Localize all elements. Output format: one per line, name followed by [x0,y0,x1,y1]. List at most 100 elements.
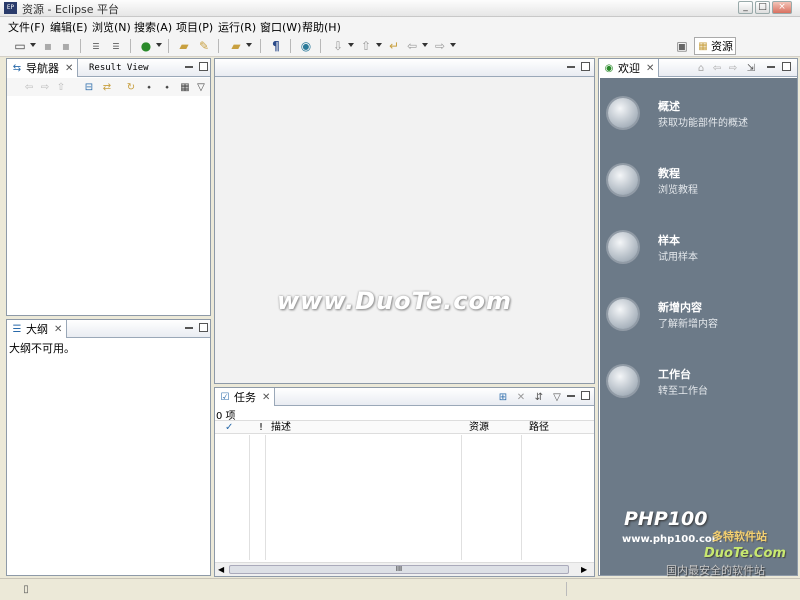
welcome-item-samples[interactable]: 样本 试用样本 [608,232,793,282]
menu-search[interactable]: 搜索(A) [134,19,172,35]
collapse-all-icon[interactable]: ⊟ [83,81,95,93]
welcome-item-workbench[interactable]: 工作台 转至工作台 [608,366,793,416]
open-folder-icon[interactable]: ▰ [176,38,192,54]
ltr-text-icon[interactable]: ☰ [108,38,124,54]
prev-annotation-icon[interactable]: ⇧ [358,38,374,54]
tab-tasks[interactable]: ☑ 任务 ✕ [215,388,276,406]
horizontal-scrollbar[interactable]: ◀ III ▶ [215,562,594,576]
new-dropdown-icon[interactable] [30,43,36,47]
maximize-editor-icon[interactable] [581,62,590,71]
minimize-view-icon[interactable] [567,395,575,397]
perspective-switch-resource[interactable]: ▦ 资源 [694,37,736,55]
tab-navigator[interactable]: ⇆ 导航器 ✕ [7,59,79,77]
filter-b-icon[interactable]: ⬩ [161,81,173,93]
welcome-item-tutorials[interactable]: 教程 浏览教程 [608,165,793,215]
nav-back-icon[interactable]: ⇦ [23,81,35,93]
menu-project[interactable]: 项目(P) [176,19,213,35]
fast-view-icon[interactable]: ▯ [20,583,32,595]
col-resource[interactable]: 资源 [469,421,489,435]
menu-edit[interactable]: 编辑(E) [50,19,88,35]
whatsnew-title[interactable]: 新增内容 [658,299,702,315]
close-button[interactable]: × [772,1,792,14]
close-navigator-icon[interactable]: ✕ [65,63,73,74]
home-icon[interactable]: ⌂ [695,62,707,74]
next-annotation-dropdown-icon[interactable] [348,43,354,47]
minimize-editor-icon[interactable] [567,66,575,68]
tasks-table-body [215,435,594,560]
back-dropdown-icon[interactable] [422,43,428,47]
new-icon[interactable]: ▭ [12,38,28,54]
forward-icon[interactable]: ⇨ [432,38,448,54]
menu-help[interactable]: 帮助(H) [302,19,341,35]
pilcrow-icon[interactable]: ¶ [268,38,284,54]
last-edit-icon[interactable]: ↵ [386,38,402,54]
nav-forward-icon[interactable]: ⇨ [39,81,51,93]
close-outline-icon[interactable]: ✕ [54,324,62,335]
minimize-view-icon[interactable] [185,66,193,68]
open-type-icon[interactable]: ▰ [228,38,244,54]
forward-dropdown-icon[interactable] [450,43,456,47]
filter-a-icon[interactable]: ⬩ [143,81,155,93]
col-description[interactable]: 描述 [271,421,291,435]
col-path[interactable]: 路径 [529,421,549,435]
grid-line [265,435,266,560]
rtl-text-icon[interactable]: ☰ [88,38,104,54]
tab-welcome[interactable]: ◉ 欢迎 ✕ [599,59,660,77]
run-icon[interactable]: ● [138,38,154,54]
minimize-button[interactable]: _ [738,1,753,14]
minimize-view-icon[interactable] [185,327,193,329]
navigator-icon: ⇆ [12,62,22,74]
overview-title[interactable]: 概述 [658,98,680,114]
welcome-item-overview[interactable]: 概述 获取功能部件的概述 [608,98,793,148]
add-task-icon[interactable]: ⊞ [497,391,509,403]
save-all-icon[interactable]: ▪ [58,38,74,54]
close-tasks-icon[interactable]: ✕ [262,392,270,403]
filter-c-icon[interactable]: ▦ [179,81,191,93]
menu-file[interactable]: 文件(F) [8,19,45,35]
nav-up-icon[interactable]: ⇧ [55,81,67,93]
delete-task-icon[interactable]: ✕ [515,391,527,403]
menu-window[interactable]: 窗口(W) [260,19,301,35]
welcome-forward-icon[interactable]: ⇨ [727,62,739,74]
welcome-item-whatsnew[interactable]: 新增内容 了解新增内容 [608,299,793,349]
menu-navigate[interactable]: 浏览(N) [92,19,131,35]
open-perspective-icon[interactable]: ▣ [674,38,690,54]
workbench-title[interactable]: 工作台 [658,366,691,382]
back-icon[interactable]: ⇦ [404,38,420,54]
link-editor-icon[interactable]: ⇄ [101,81,113,93]
tab-outline[interactable]: ☰ 大纲 ✕ [7,320,68,338]
filter-tasks-icon[interactable]: ⇵ [533,391,545,403]
menu-run[interactable]: 运行(R) [218,19,256,35]
next-annotation-icon[interactable]: ⇩ [330,38,346,54]
globe-icon[interactable]: ◉ [298,38,314,54]
view-menu-icon[interactable]: ▽ [195,81,207,93]
scroll-thumb[interactable]: III [229,565,569,574]
col-completed[interactable]: ✓ [225,421,233,435]
welcome-back-icon[interactable]: ⇦ [711,62,723,74]
maximize-view-icon[interactable] [782,62,791,71]
open-type-dropdown-icon[interactable] [246,43,252,47]
editor-area: www.DuoTe.com [214,58,595,384]
run-dropdown-icon[interactable] [156,43,162,47]
maximize-view-icon[interactable] [581,391,590,400]
maximize-view-icon[interactable] [199,323,208,332]
minimize-view-icon[interactable] [767,66,775,68]
tab-result-view[interactable]: Result View [85,59,153,77]
prev-annotation-dropdown-icon[interactable] [376,43,382,47]
tutorials-desc: 浏览教程 [658,185,698,196]
toolbar-separator [320,39,321,53]
scroll-left-icon[interactable]: ◀ [218,565,224,574]
save-icon[interactable]: ▪ [40,38,56,54]
pin-icon[interactable]: ✎ [196,38,212,54]
maximize-view-icon[interactable] [199,62,208,71]
col-priority[interactable]: ! [259,421,263,435]
maximize-button[interactable]: □ [755,1,770,14]
scroll-right-icon[interactable]: ▶ [581,565,587,574]
tasks-view-menu-icon[interactable]: ▽ [551,391,563,403]
sync-icon[interactable]: ↻ [125,81,137,93]
samples-title[interactable]: 样本 [658,232,680,248]
tutorials-title[interactable]: 教程 [658,165,680,181]
welcome-restore-icon[interactable]: ⇲ [745,62,757,74]
close-welcome-icon[interactable]: ✕ [646,63,654,74]
main-toolbar: ▭ ▪ ▪ ☰ ☰ ● ▰ ✎ ▰ ¶ ◉ ⇩ ⇧ ↵ ⇦ ⇨ ▣ [0,35,800,57]
